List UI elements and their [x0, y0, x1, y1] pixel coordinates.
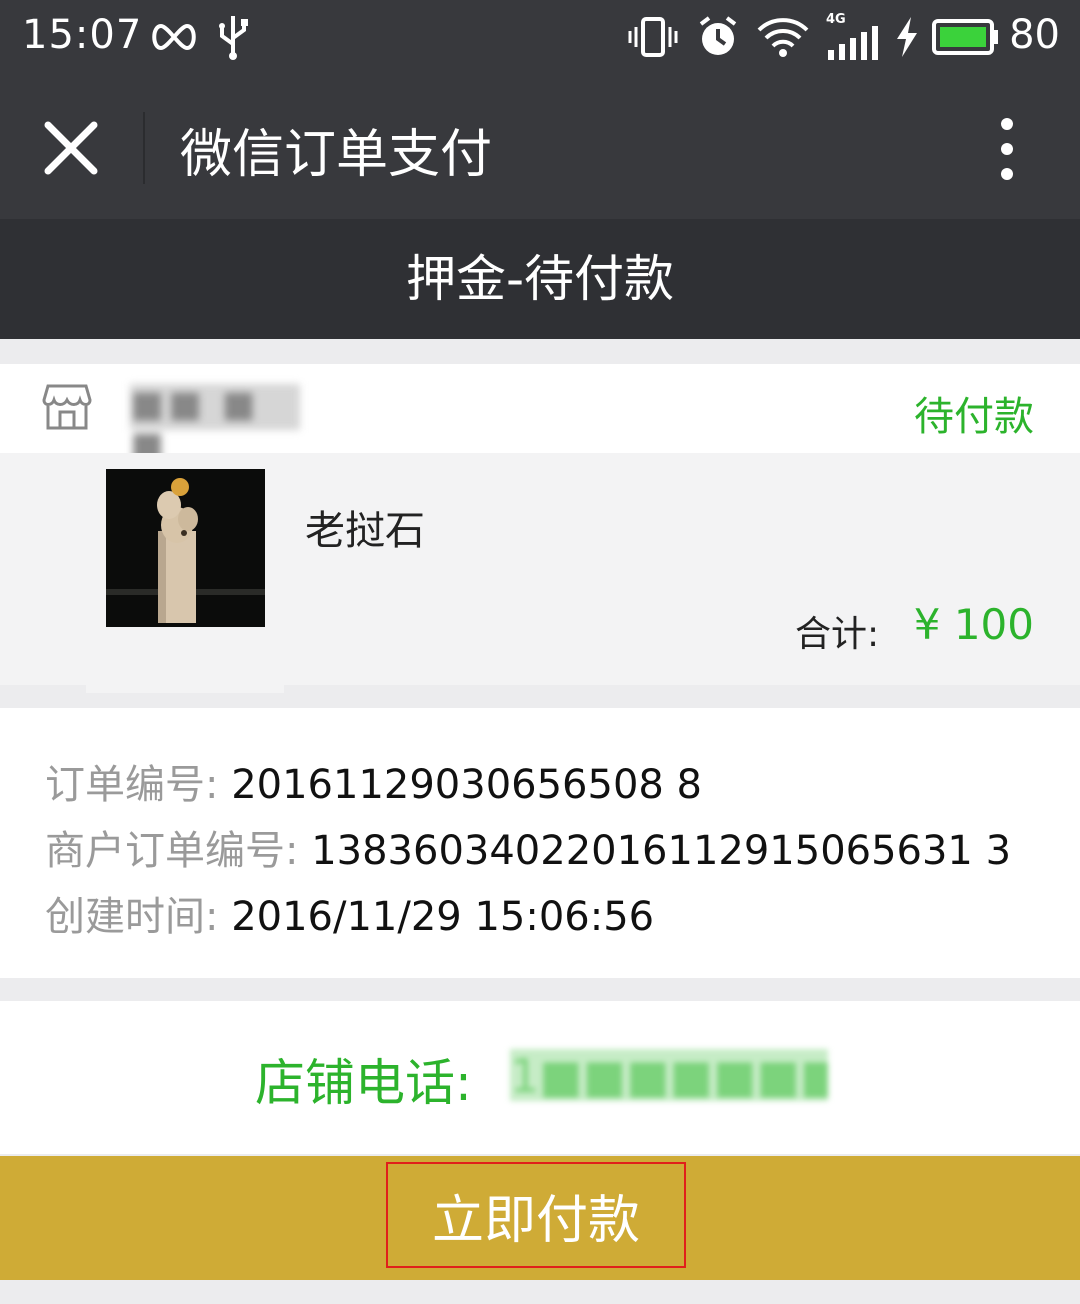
status-time: 15:07 — [22, 12, 143, 58]
pay-bar: 立即付款 — [0, 1156, 1080, 1280]
close-icon[interactable] — [40, 117, 102, 179]
battery-icon — [932, 14, 1000, 60]
merchant-order-number-label: 商户订单编号: — [45, 828, 299, 874]
created-time-row: 创建时间: 2016/11/29 15:06:56 — [45, 884, 654, 942]
alarm-icon — [697, 14, 739, 60]
order-number-value: 20161129030656508 8 — [231, 762, 703, 808]
vibrate-icon — [628, 14, 678, 60]
created-time-value: 2016/11/29 15:06:56 — [231, 894, 655, 940]
shop-phone-label: 店铺电话: — [255, 1054, 472, 1112]
merchant-order-number-row: 商户订单编号: 13836034022016112915065631 3 — [45, 818, 1011, 876]
shop-phone-link[interactable]: 1■■■■■■■■■2 — [510, 1049, 828, 1101]
created-time-label: 创建时间: — [45, 894, 219, 940]
wifi-icon — [757, 14, 809, 60]
title-bar: 微信订单支付 — [0, 74, 1080, 219]
order-status-header: 押金-待付款 — [0, 219, 1080, 339]
store-icon — [42, 382, 92, 432]
order-number-row: 订单编号: 20161129030656508 8 — [45, 752, 702, 810]
order-status-badge: 待付款 — [914, 394, 1034, 440]
usb-icon — [216, 14, 250, 60]
status-bar: 15:07 4G 80 — [0, 0, 1080, 74]
item-underline — [86, 685, 284, 693]
product-image — [106, 469, 265, 627]
order-number-label: 订单编号: — [45, 762, 219, 808]
merchant-order-number-value: 13836034022016112915065631 3 — [311, 828, 1012, 874]
pay-now-button[interactable]: 立即付款 — [386, 1162, 686, 1268]
total-label: 合计: — [795, 614, 880, 655]
order-status-title: 押金-待付款 — [405, 250, 675, 308]
page-title: 微信订单支付 — [180, 125, 493, 185]
product-name: 老挝石 — [305, 508, 425, 554]
shop-phone-row: 店铺电话: 1■■■■■■■■■2 — [0, 1001, 1080, 1154]
order-details: 订单编号: 20161129030656508 8 商户订单编号: 138360… — [0, 708, 1080, 978]
charging-icon — [895, 14, 919, 60]
bottom-strip — [0, 1280, 1080, 1304]
battery-percent: 80 — [1009, 12, 1060, 58]
more-vertical-icon[interactable] — [990, 116, 1024, 182]
infinity-icon — [148, 14, 200, 60]
signal-icon: 4G — [826, 12, 880, 60]
order-item[interactable]: 老挝石 合计: ¥ 100 — [0, 453, 1080, 693]
total-amount: ¥ 100 — [913, 600, 1034, 649]
store-name[interactable]: ■■ ■ ■ — [130, 384, 300, 466]
title-divider — [143, 112, 145, 184]
network-type: 4G — [826, 12, 846, 27]
store-row: ■■ ■ ■ 待付款 — [0, 364, 1080, 466]
